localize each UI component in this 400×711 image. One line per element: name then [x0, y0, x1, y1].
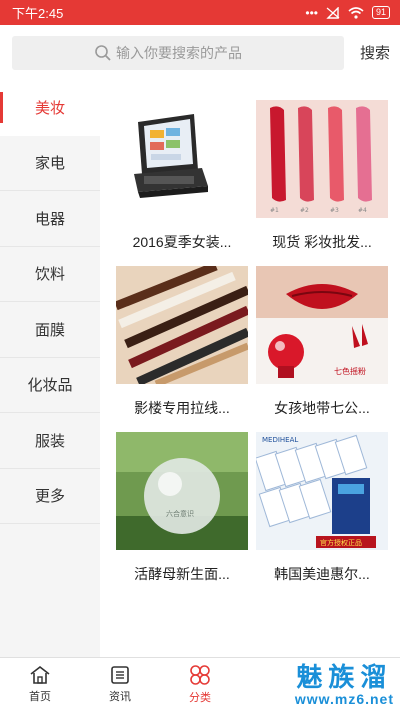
- search-placeholder: 输入你要搜索的产品: [116, 44, 242, 61]
- home-icon: [30, 665, 50, 684]
- sidebar-item-home-appliance[interactable]: 家电: [0, 136, 100, 191]
- sidebar-item-more[interactable]: 更多: [0, 469, 100, 524]
- search-button[interactable]: 搜索: [344, 42, 390, 63]
- product-image-pos-terminal[interactable]: [116, 100, 248, 218]
- watermark: 魅族溜 www.mz6.net: [295, 663, 394, 707]
- search-icon: [95, 44, 111, 61]
- category-icon: [190, 665, 210, 685]
- product-card[interactable]: 六合意识 活酵母新生面...: [116, 432, 248, 598]
- product-image-crystal-sphere[interactable]: 六合意识: [116, 432, 248, 550]
- tab-news[interactable]: 资讯: [80, 658, 160, 711]
- sidebar-item-clothing[interactable]: 服装: [0, 413, 100, 469]
- battery-indicator: 91: [371, 6, 390, 19]
- status-bar: 下午2:45 ••• 91: [0, 0, 400, 25]
- product-title[interactable]: 2016夏季女装...: [116, 218, 248, 266]
- wifi-icon: [348, 6, 364, 19]
- swatch-label: #4: [358, 207, 367, 214]
- tab-label: 分类: [189, 692, 211, 704]
- product-image-red-lips-cherry[interactable]: 七色摇粉: [256, 266, 388, 384]
- product-image-eyebrow-pencils[interactable]: [116, 266, 248, 384]
- image-banner: 官方授权正品: [320, 538, 362, 547]
- product-card[interactable]: 七色摇粉 女孩地带七公...: [256, 266, 388, 432]
- status-icons: ••• 91: [305, 6, 390, 20]
- category-sidebar: 美妆 家电 电器 饮料 面膜 化妆品 服装 更多: [0, 80, 100, 657]
- image-caption: 六合意识: [166, 509, 194, 518]
- search-input[interactable]: 输入你要搜索的产品: [12, 35, 344, 70]
- product-card[interactable]: #1 #2 #3 #4 现货 彩妆批发...: [256, 100, 388, 266]
- product-title[interactable]: 现货 彩妆批发...: [256, 218, 388, 266]
- product-title[interactable]: 活酵母新生面...: [116, 550, 248, 598]
- tab-category[interactable]: 分类: [160, 658, 240, 711]
- sidebar-item-mask[interactable]: 面膜: [0, 302, 100, 358]
- sidebar-item-beverage[interactable]: 饮料: [0, 247, 100, 302]
- watermark-name: 魅族溜: [296, 662, 393, 692]
- search-row: 输入你要搜索的产品 搜索: [0, 25, 400, 80]
- content-area: 美妆 家电 电器 饮料 面膜 化妆品 服装 更多 2016夏季女装... #1 …: [0, 80, 400, 657]
- product-title[interactable]: 女孩地带七公...: [256, 384, 388, 432]
- news-icon: [111, 666, 129, 684]
- status-time: 下午2:45: [12, 6, 64, 21]
- no-sim-icon: [326, 6, 340, 19]
- product-image-mask-packs[interactable]: MEDIHEAL 官方授权正品: [256, 432, 388, 550]
- sidebar-item-cosmetics[interactable]: 化妆品: [0, 358, 100, 413]
- product-title[interactable]: 影楼专用拉线...: [116, 384, 248, 432]
- swatch-label: #3: [330, 207, 339, 214]
- signal-dots: •••: [305, 5, 318, 20]
- swatch-label: #2: [300, 207, 309, 214]
- swatch-label: #1: [270, 207, 279, 214]
- bottom-tab-bar: 首页 资讯 分类 魅族溜 www.mz6.net: [0, 657, 400, 711]
- product-card[interactable]: 2016夏季女装...: [116, 100, 248, 266]
- tab-label: 首页: [29, 691, 51, 703]
- product-card[interactable]: MEDIHEAL 官方授权正品 韩国美迪惠尔...: [256, 432, 388, 598]
- product-image-lipstick-swatches[interactable]: #1 #2 #3 #4: [256, 100, 388, 218]
- image-caption: 七色摇粉: [334, 366, 366, 376]
- watermark-url: www.mz6.net: [294, 691, 394, 707]
- product-grid: 2016夏季女装... #1 #2 #3 #4 现货 彩妆批发... 影楼专用拉…: [100, 80, 400, 657]
- product-title[interactable]: 韩国美迪惠尔...: [256, 550, 388, 598]
- product-card[interactable]: 影楼专用拉线...: [116, 266, 248, 432]
- sidebar-item-electrical[interactable]: 电器: [0, 191, 100, 247]
- tab-home[interactable]: 首页: [0, 658, 80, 711]
- tab-label: 资讯: [109, 691, 131, 703]
- sidebar-item-beauty[interactable]: 美妆: [0, 80, 100, 136]
- image-brand: MEDIHEAL: [262, 436, 298, 444]
